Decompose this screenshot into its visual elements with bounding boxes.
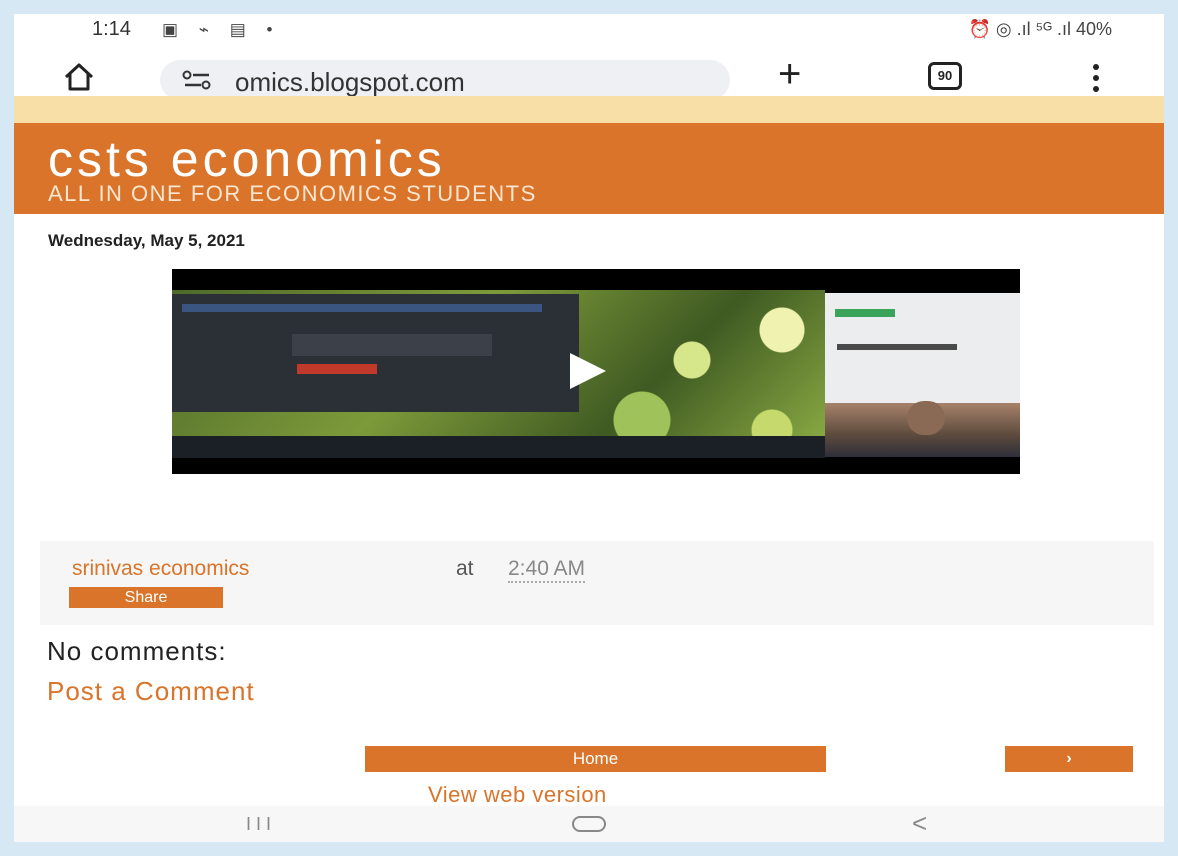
share-button[interactable]: Share bbox=[69, 587, 223, 608]
video-thumbnail-detail bbox=[297, 364, 377, 374]
address-bar[interactable]: omics.blogspot.com bbox=[160, 60, 730, 100]
post-footer bbox=[40, 541, 1154, 625]
video-thumbnail-detail bbox=[292, 334, 492, 356]
blog-top-band bbox=[14, 96, 1164, 123]
notification-icons: ▣ ⌁ ▤ • bbox=[162, 20, 281, 39]
post-time-link[interactable]: 2:40 AM bbox=[508, 557, 586, 583]
at-label: at bbox=[456, 557, 474, 580]
video-thumbnail-person bbox=[907, 401, 945, 435]
recent-apps-icon[interactable]: III bbox=[246, 814, 276, 835]
video-thumbnail-taskbar bbox=[172, 436, 825, 458]
home-button[interactable]: Home bbox=[365, 746, 826, 772]
system-status-icons: ⏰ ◎ .ıl ⁵ᴳ .ıl 40% bbox=[968, 19, 1112, 39]
more-menu-icon[interactable] bbox=[1086, 58, 1106, 98]
status-bar: 1:14 ▣ ⌁ ▤ • ⏰ ◎ .ıl ⁵ᴳ .ıl 40% bbox=[14, 14, 1164, 52]
home-icon[interactable] bbox=[62, 60, 96, 94]
view-web-version-link[interactable]: View web version bbox=[428, 782, 607, 808]
back-icon[interactable]: < bbox=[912, 808, 927, 839]
older-posts-button[interactable]: › bbox=[1005, 746, 1133, 772]
video-player[interactable] bbox=[172, 269, 1020, 474]
blog-description: ALL IN ONE FOR ECONOMICS STUDENTS bbox=[48, 181, 537, 206]
post-date: Wednesday, May 5, 2021 bbox=[48, 231, 245, 250]
video-thumbnail-detail bbox=[182, 304, 542, 312]
phone-screen: 1:14 ▣ ⌁ ▤ • ⏰ ◎ .ıl ⁵ᴳ .ıl 40% omics.bl… bbox=[14, 14, 1164, 842]
system-home-icon[interactable] bbox=[572, 816, 606, 832]
site-settings-icon[interactable] bbox=[182, 70, 212, 90]
status-time: 1:14 bbox=[92, 18, 131, 40]
video-thumbnail-detail bbox=[837, 344, 957, 350]
comments-heading: No comments: bbox=[47, 636, 227, 666]
new-tab-icon[interactable]: + bbox=[778, 54, 801, 94]
video-thumbnail-detail bbox=[835, 309, 895, 317]
system-nav-bar: III < bbox=[14, 806, 1164, 842]
play-icon[interactable] bbox=[570, 353, 606, 389]
url-text[interactable]: omics.blogspot.com bbox=[235, 67, 465, 98]
post-comment-link[interactable]: Post a Comment bbox=[47, 676, 255, 707]
tab-switcher-button[interactable]: 90 bbox=[928, 62, 962, 90]
author-link[interactable]: srinivas economics bbox=[72, 557, 249, 581]
blog-title[interactable]: csts economics bbox=[48, 130, 446, 188]
